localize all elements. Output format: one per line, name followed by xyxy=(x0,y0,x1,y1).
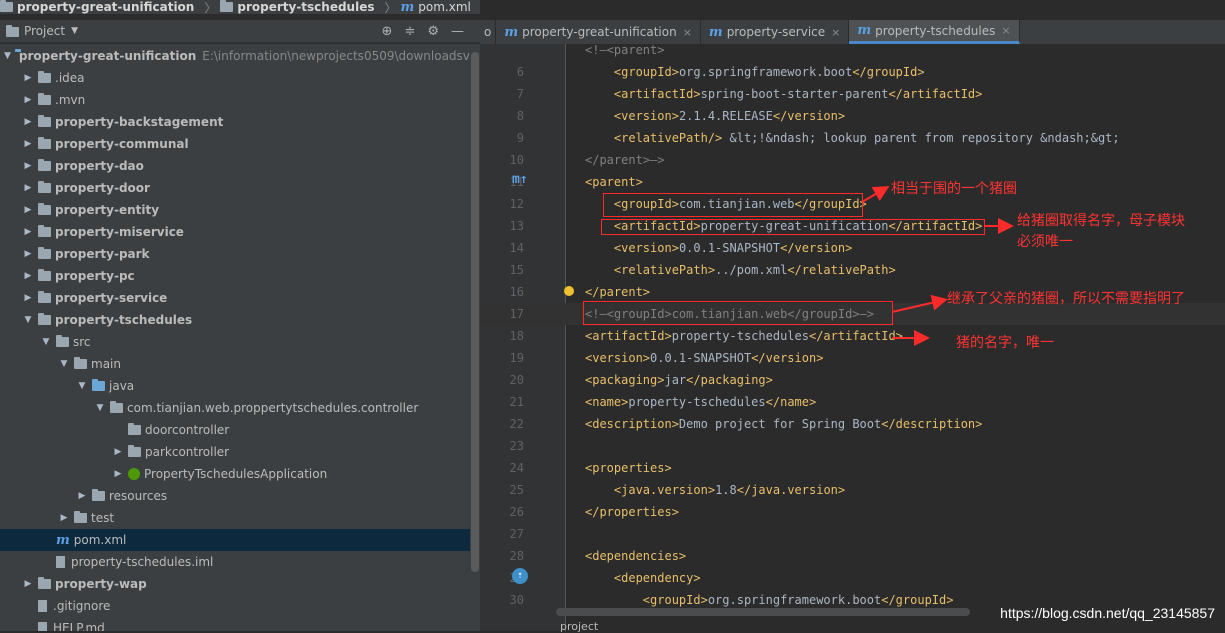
annotation-arrows xyxy=(861,185,1014,346)
annotation-text-artifactid-2: 必须唯一 xyxy=(1017,234,1073,250)
annotation-text-pig-name: 猪的名字，唯一 xyxy=(956,335,1054,351)
breadcrumb-bottom: project xyxy=(560,620,599,633)
editor-horizontal-scrollbar[interactable] xyxy=(556,608,970,616)
annotation-text-groupid: 相当于围的一个猪圈 xyxy=(891,181,1017,197)
watermark: https://blog.csdn.net/qq_23145857 xyxy=(1000,605,1215,621)
annotation-text-inherit: 继承了父亲的猪圈，所以不需要指明了 xyxy=(947,291,1185,307)
annotation-text-artifactid-1: 给猪圈取得名字，母子模块 xyxy=(1017,213,1185,229)
